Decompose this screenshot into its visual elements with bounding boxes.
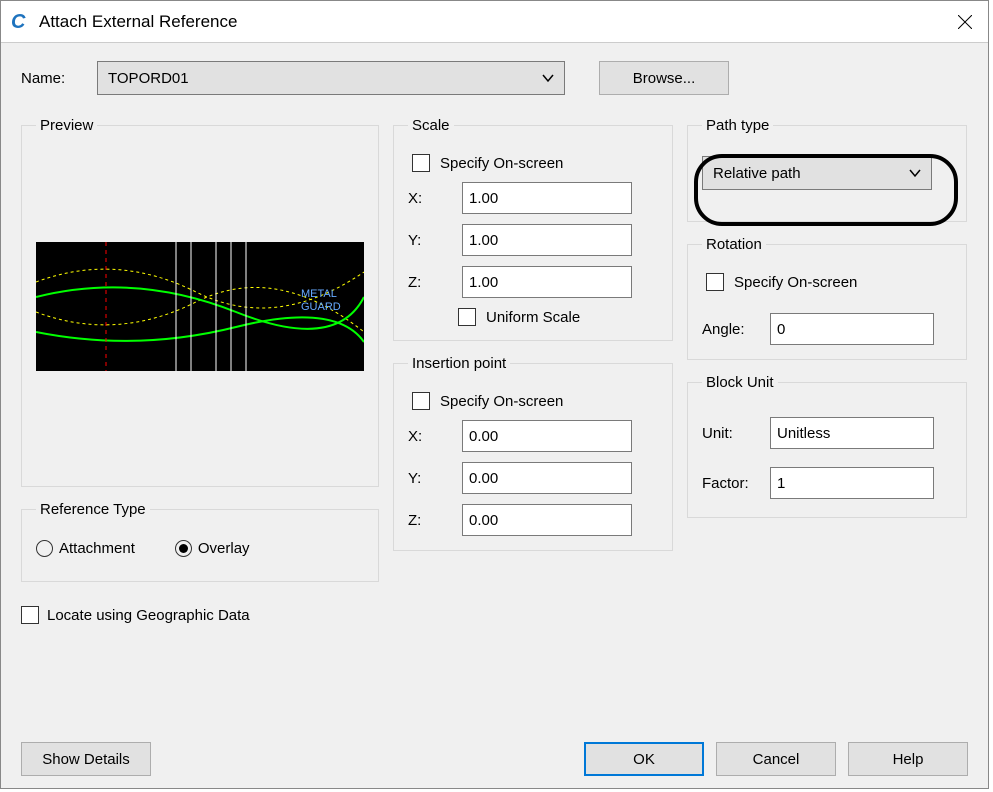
path-type-group: Path type Relative path [687, 117, 967, 222]
angle-label: Angle: [702, 321, 760, 338]
rotation-legend: Rotation [702, 236, 766, 253]
insertion-group: Insertion point Specify On-screen X: Y: … [393, 355, 673, 551]
x-label: X: [408, 190, 452, 207]
uniform-scale-label: Uniform Scale [486, 309, 580, 326]
name-row: Name: TOPORD01 Browse... [21, 61, 968, 95]
help-button[interactable]: Help [848, 742, 968, 776]
columns: Preview [21, 117, 968, 728]
svg-text:METAL: METAL [301, 288, 337, 300]
scale-y-input[interactable] [462, 224, 632, 256]
overlay-radio[interactable]: Overlay [175, 540, 250, 557]
unit-label: Unit: [702, 425, 760, 442]
rotation-specify-label: Specify On-screen [734, 274, 857, 291]
factor-label: Factor: [702, 475, 760, 492]
checkbox-icon [21, 606, 39, 624]
scale-z-input[interactable] [462, 266, 632, 298]
close-button[interactable] [942, 1, 988, 43]
chevron-down-icon [542, 72, 554, 84]
z-label: Z: [408, 274, 452, 291]
insert-specify-checkbox[interactable] [412, 392, 430, 410]
block-legend: Block Unit [702, 374, 778, 391]
uniform-scale-checkbox[interactable] [458, 308, 476, 326]
radio-icon [36, 540, 53, 557]
path-legend: Path type [702, 117, 773, 134]
scale-specify-label: Specify On-screen [440, 155, 563, 172]
scale-group: Scale Specify On-screen X: Y: Z: Uniform… [393, 117, 673, 341]
preview-image: METAL GUARD [36, 242, 364, 371]
radio-icon [175, 540, 192, 557]
locate-checkbox-row[interactable]: Locate using Geographic Data [21, 606, 379, 624]
reftype-group: Reference Type Attachment Overlay [21, 501, 379, 582]
rotation-specify-checkbox[interactable] [706, 273, 724, 291]
unit-value: Unitless [770, 417, 934, 449]
y-label: Y: [408, 232, 452, 249]
scale-legend: Scale [408, 117, 454, 134]
name-label: Name: [21, 70, 81, 87]
angle-input[interactable] [770, 313, 934, 345]
insert-specify-label: Specify On-screen [440, 393, 563, 410]
cancel-button[interactable]: Cancel [716, 742, 836, 776]
title-bar: C Attach External Reference [1, 1, 988, 43]
path-value: Relative path [713, 165, 801, 182]
rotation-group: Rotation Specify On-screen Angle: [687, 236, 967, 360]
svg-text:GUARD: GUARD [301, 301, 341, 313]
name-value: TOPORD01 [108, 70, 189, 87]
preview-group: Preview [21, 117, 379, 487]
z-label: Z: [408, 512, 452, 529]
preview-legend: Preview [36, 117, 97, 134]
chevron-down-icon [909, 167, 921, 179]
overlay-label: Overlay [198, 540, 250, 557]
insert-x-input[interactable] [462, 420, 632, 452]
insertion-legend: Insertion point [408, 355, 510, 372]
scale-specify-checkbox[interactable] [412, 154, 430, 172]
y-label: Y: [408, 470, 452, 487]
ok-button[interactable]: OK [584, 742, 704, 776]
dialog-content: Name: TOPORD01 Browse... Preview [1, 43, 988, 788]
path-type-dropdown[interactable]: Relative path [702, 156, 932, 190]
factor-value: 1 [770, 467, 934, 499]
locate-label: Locate using Geographic Data [47, 607, 250, 624]
button-row: Show Details OK Cancel Help [21, 742, 968, 776]
name-dropdown[interactable]: TOPORD01 [97, 61, 565, 95]
app-icon: C [11, 13, 29, 31]
attachment-label: Attachment [59, 540, 135, 557]
dialog-title: Attach External Reference [39, 12, 942, 32]
insert-y-input[interactable] [462, 462, 632, 494]
show-details-button[interactable]: Show Details [21, 742, 151, 776]
dialog-window: C Attach External Reference Name: TOPORD… [0, 0, 989, 789]
close-icon [958, 15, 972, 29]
attachment-radio[interactable]: Attachment [36, 540, 135, 557]
browse-button[interactable]: Browse... [599, 61, 729, 95]
reftype-legend: Reference Type [36, 501, 150, 518]
x-label: X: [408, 428, 452, 445]
scale-x-input[interactable] [462, 182, 632, 214]
block-unit-group: Block Unit Unit: Unitless Factor: 1 [687, 374, 967, 518]
insert-z-input[interactable] [462, 504, 632, 536]
preview-thumbnail: METAL GUARD [36, 242, 364, 371]
